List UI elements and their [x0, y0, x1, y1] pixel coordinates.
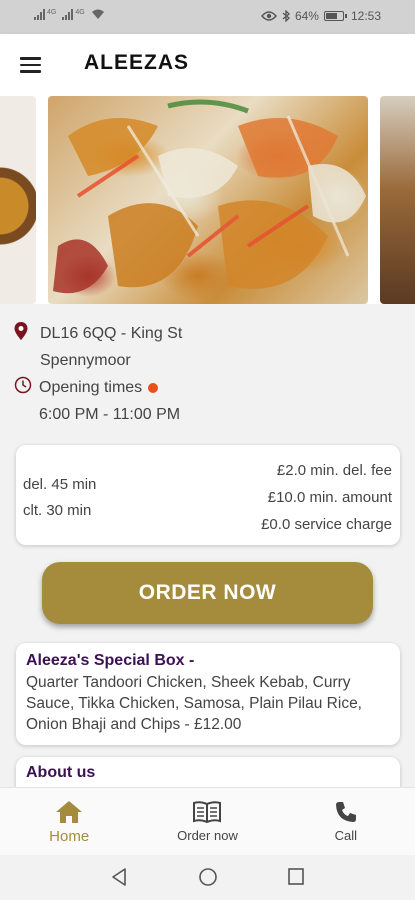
location-pin-icon: [14, 322, 28, 340]
battery-icon: [323, 11, 347, 21]
nav-item-order-now[interactable]: Order now: [138, 788, 276, 855]
signal-label: 4G: [75, 9, 85, 16]
special-description: Quarter Tandoori Chicken, Sheek Kebab, C…: [26, 674, 362, 733]
address-line-1: DL16 6QQ - King St: [40, 325, 183, 342]
special-title: Aleeza's Special Box -: [26, 652, 195, 669]
eye-icon: [260, 11, 277, 21]
menu-icon[interactable]: [20, 53, 46, 77]
carousel-slide-previous[interactable]: [0, 96, 36, 304]
status-bar: 4G 4G 64% 12:53: [0, 0, 415, 34]
phone-icon: [335, 802, 356, 822]
clock-icon: [14, 376, 32, 394]
home-icon: [56, 801, 83, 823]
signal-icon: 4G: [34, 9, 56, 20]
carousel-slide-next[interactable]: [380, 96, 415, 304]
home-circle-icon[interactable]: [198, 867, 218, 887]
address-line-2: Spennymoor: [40, 352, 131, 369]
delivery-time: del. 45 min: [23, 476, 97, 493]
back-icon[interactable]: [110, 867, 128, 887]
status-right: 64% 12:53: [260, 9, 381, 23]
nav-item-call[interactable]: Call: [277, 788, 415, 855]
wifi-icon: [91, 9, 104, 19]
image-carousel[interactable]: [0, 96, 415, 308]
bottom-navigation: Home Order now Call: [0, 787, 415, 855]
min-amount: £10.0 min. amount: [267, 489, 392, 506]
app-bar: ALEEZAS: [0, 34, 415, 96]
collection-time: clt. 30 min: [23, 502, 92, 519]
nav-label-call: Call: [334, 828, 358, 843]
system-navigation-bar: [0, 855, 415, 900]
signal-icon: 4G: [62, 9, 85, 20]
clock-time: 12:53: [350, 9, 381, 23]
carousel-bottom-edge: [0, 304, 415, 308]
bluetooth-icon: [282, 10, 290, 22]
battery-percent: 64%: [294, 9, 319, 23]
restaurant-info: DL16 6QQ - King St Spennymoor Opening ti…: [14, 320, 404, 428]
carousel-slide-current[interactable]: [48, 96, 368, 304]
status-left: 4G 4G: [34, 9, 105, 20]
order-now-button[interactable]: ORDER NOW: [42, 562, 373, 624]
nav-item-home[interactable]: Home: [0, 788, 138, 855]
delivery-times: del. 45 min clt. 30 min: [23, 472, 96, 524]
service-charge: £0.0 service charge: [261, 516, 392, 533]
open-status-dot: [148, 382, 159, 393]
min-delivery-fee: £2.0 min. del. fee: [276, 462, 392, 479]
address-row: DL16 6QQ - King St Spennymoor: [14, 320, 404, 374]
food-image: [53, 99, 366, 294]
battery-fill: [325, 13, 338, 19]
opening-row: Opening times 6:00 PM - 11:00 PM: [14, 374, 404, 428]
opening-times: Opening times 6:00 PM - 11:00 PM: [39, 374, 180, 428]
opening-hours: 6:00 PM - 11:00 PM: [39, 406, 181, 423]
menu-book-icon: [193, 801, 222, 824]
nav-label-home: Home: [49, 828, 90, 845]
delivery-info-card: del. 45 min clt. 30 min £2.0 min. del. f…: [16, 445, 400, 545]
signal-label: 4G: [47, 9, 57, 16]
nav-label-order-now: Order now: [177, 828, 238, 843]
recents-icon[interactable]: [287, 867, 305, 887]
delivery-fees: £2.0 min. del. fee £10.0 min. amount £0.…: [261, 457, 392, 538]
address: DL16 6QQ - King St Spennymoor: [40, 320, 182, 374]
about-title: About us: [26, 764, 96, 781]
special-offer-card[interactable]: Aleeza's Special Box - Quarter Tandoori …: [16, 643, 400, 745]
opening-label: Opening times: [39, 379, 143, 396]
page-title: ALEEZAS: [84, 51, 190, 74]
